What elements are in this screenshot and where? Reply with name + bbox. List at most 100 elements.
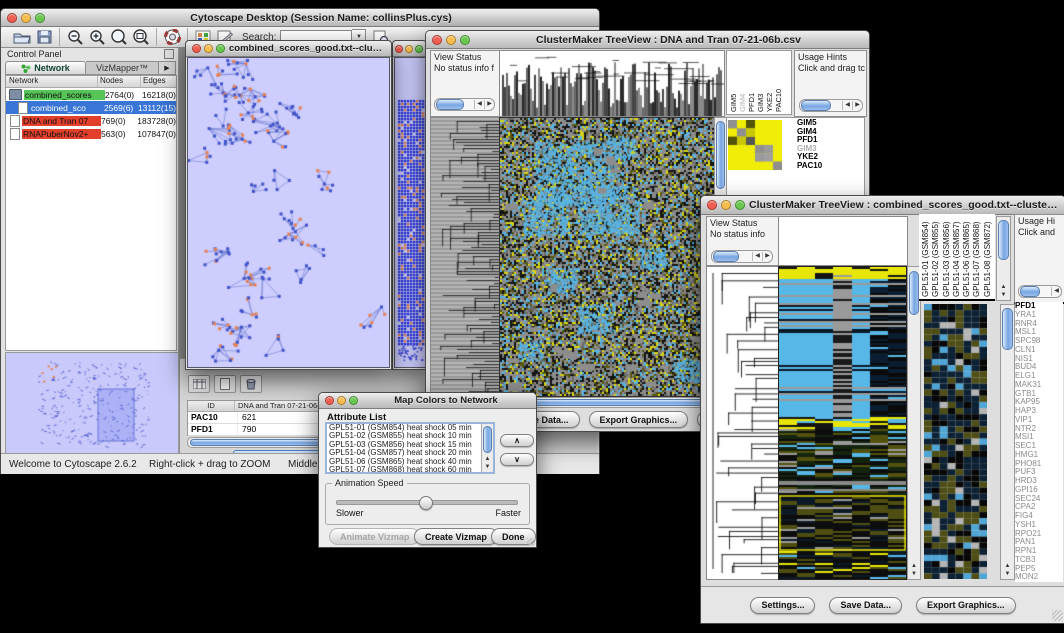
scroll-left-icon[interactable]: ◀ — [474, 100, 484, 109]
column-label[interactable]: GPL51-04 (GSM857) — [952, 217, 962, 297]
column-label[interactable]: GIM5 — [729, 54, 738, 112]
network1-titlebar[interactable]: combined_scores_good.txt--cluste... — [186, 41, 391, 57]
new-attribute-icon[interactable] — [214, 375, 236, 393]
scroll-up-icon[interactable]: ▲ — [482, 455, 493, 463]
scroll-down-icon[interactable]: ▼ — [997, 291, 1010, 299]
zoom-fit-icon[interactable] — [130, 28, 152, 46]
scroll-left-icon[interactable]: ◀ — [752, 252, 762, 261]
treeview-action-button[interactable]: Save Data... — [829, 597, 902, 614]
resize-grip[interactable] — [527, 538, 535, 546]
network-list-row[interactable]: combined_sco 2569(6) 13112(15) — [6, 101, 176, 114]
minimize-icon[interactable] — [446, 35, 456, 45]
scroll-up-icon[interactable]: ▲ — [1001, 562, 1014, 570]
scroll-up-icon[interactable]: ▲ — [908, 562, 920, 570]
column-label[interactable]: YKE2 — [765, 54, 774, 112]
column-label[interactable]: GPL51-03 (GSM856) — [942, 217, 952, 297]
scroll-up-icon[interactable]: ▲ — [997, 283, 1010, 291]
column-label[interactable]: GPL51-08 (GSM872) — [983, 217, 993, 297]
tab-network[interactable]: Network — [5, 61, 86, 75]
zoom-in-icon[interactable] — [86, 28, 108, 46]
view-status-scrollbar[interactable]: ◀ ▶ — [434, 98, 495, 111]
close-icon[interactable] — [707, 200, 717, 210]
treeview2-column-labels-scrollbar[interactable]: ▲ ▼ — [996, 216, 1011, 301]
column-label[interactable]: PAC10 — [774, 54, 783, 112]
treeview-action-button[interactable]: Export Graphics... — [916, 597, 1016, 614]
zoom-out-icon[interactable] — [64, 28, 86, 46]
treeview-action-button[interactable]: Settings... — [750, 597, 815, 614]
attribute-table-icon[interactable] — [188, 375, 210, 393]
treeview1-row-dendrogram[interactable] — [430, 117, 501, 397]
cytoscape-titlebar[interactable]: Cytoscape Desktop (Session Name: collins… — [1, 9, 599, 27]
maximize-icon[interactable] — [349, 396, 358, 405]
map-colors-titlebar[interactable]: Map Colors to Network — [319, 393, 536, 409]
network2-titlebar[interactable] — [393, 41, 426, 57]
attribute-list-item[interactable]: GPL51-07 (GSM868) heat shock 60 min — [329, 466, 493, 474]
tab-vizmapper[interactable]: VizMapper™ — [86, 61, 159, 75]
treeview1-heatmap[interactable] — [499, 117, 715, 397]
network-overview-canvas[interactable] — [5, 352, 179, 454]
network-list-row[interactable]: combined_scores 2764(0) 16218(0) — [6, 88, 176, 101]
close-icon[interactable] — [325, 396, 334, 405]
treeview2-vscrollbar[interactable]: ▲ ▼ — [907, 266, 921, 580]
scroll-down-icon[interactable]: ▼ — [908, 570, 920, 578]
minimize-icon[interactable] — [204, 44, 213, 53]
column-label[interactable]: GPL51-01 (GSM854) — [921, 217, 931, 297]
minimize-icon[interactable] — [721, 200, 731, 210]
treeview-action-button[interactable]: Export Graphics... — [589, 411, 689, 428]
usage-hints-scrollbar[interactable]: ◀ — [1018, 285, 1062, 298]
column-label[interactable]: GIM4 — [738, 54, 747, 112]
treeview1-column-dendrogram[interactable] — [499, 50, 725, 117]
maximize-icon[interactable] — [735, 200, 745, 210]
float-panel-icon[interactable] — [164, 49, 174, 59]
column-header-network[interactable]: Network — [6, 76, 98, 87]
maximize-icon[interactable] — [460, 35, 470, 45]
network-canvas[interactable] — [187, 57, 390, 368]
create-vizmap-button[interactable]: Create Vizmap — [414, 528, 498, 545]
scroll-down-icon[interactable]: ▼ — [482, 463, 493, 471]
minimize-icon[interactable] — [405, 45, 413, 53]
treeview2-heatmap[interactable] — [778, 266, 907, 580]
treeview2-selection-heatmap[interactable] — [924, 304, 987, 579]
maximize-icon[interactable] — [35, 13, 45, 23]
animation-speed-slider[interactable] — [336, 500, 518, 505]
help-icon[interactable] — [161, 28, 183, 46]
network-list-row[interactable]: RNAPuberNov2+ 563(0) 107847(0) — [6, 127, 176, 140]
treeview2-titlebar[interactable]: ClusterMaker TreeView : combined_scores_… — [701, 196, 1064, 215]
view-status-scrollbar[interactable]: ◀ ▶ — [711, 250, 773, 263]
open-session-icon[interactable] — [11, 28, 33, 46]
scroll-down-icon[interactable]: ▼ — [1001, 570, 1014, 578]
maximize-icon[interactable] — [216, 44, 225, 53]
move-attribute-up-button[interactable]: ∧ — [500, 434, 534, 447]
animate-vizmap-button[interactable]: Animate Vizmap — [329, 528, 420, 545]
row-label[interactable]: PAC10 — [797, 162, 822, 171]
save-session-icon[interactable] — [33, 28, 55, 46]
minimize-icon[interactable] — [21, 13, 31, 23]
scroll-right-icon[interactable]: ▶ — [852, 101, 862, 110]
treeview2-gene-scrollbar[interactable]: ▲ ▼ — [1000, 304, 1015, 580]
column-label[interactable]: GPL51-07 (GSM868) — [972, 217, 982, 297]
maximize-icon[interactable] — [415, 45, 423, 53]
resize-grip[interactable] — [1052, 610, 1063, 621]
delete-attribute-icon[interactable] — [240, 375, 262, 393]
column-header-nodes[interactable]: Nodes — [98, 76, 141, 87]
network-canvas-grid[interactable] — [394, 57, 426, 368]
zoom-selected-icon[interactable] — [108, 28, 130, 46]
close-icon[interactable] — [432, 35, 442, 45]
column-label[interactable]: GPL51-02 (GSM855) — [931, 217, 941, 297]
close-icon[interactable] — [395, 45, 403, 53]
scroll-right-icon[interactable]: ▶ — [484, 100, 494, 109]
scroll-left-icon[interactable]: ◀ — [842, 101, 852, 110]
minimize-icon[interactable] — [337, 396, 346, 405]
slider-thumb[interactable] — [419, 496, 433, 510]
treeview1-selection-heatmap[interactable] — [728, 120, 782, 170]
column-label[interactable]: GIM3 — [756, 54, 765, 112]
move-attribute-down-button[interactable]: ∨ — [500, 453, 534, 466]
scroll-right-icon[interactable]: ▶ — [762, 252, 772, 261]
close-icon[interactable] — [192, 44, 201, 53]
attr-col-id[interactable]: ID — [188, 401, 235, 411]
column-label[interactable]: GPL51-06 (GSM865) — [962, 217, 972, 297]
column-label[interactable]: PFD1 — [747, 54, 756, 112]
tab-overflow-button[interactable]: ▶ — [159, 61, 176, 75]
network-list-row[interactable]: DNA and Tran 07 769(0) 183728(0) — [6, 114, 176, 127]
gene-label[interactable]: MON2 — [1015, 573, 1063, 582]
